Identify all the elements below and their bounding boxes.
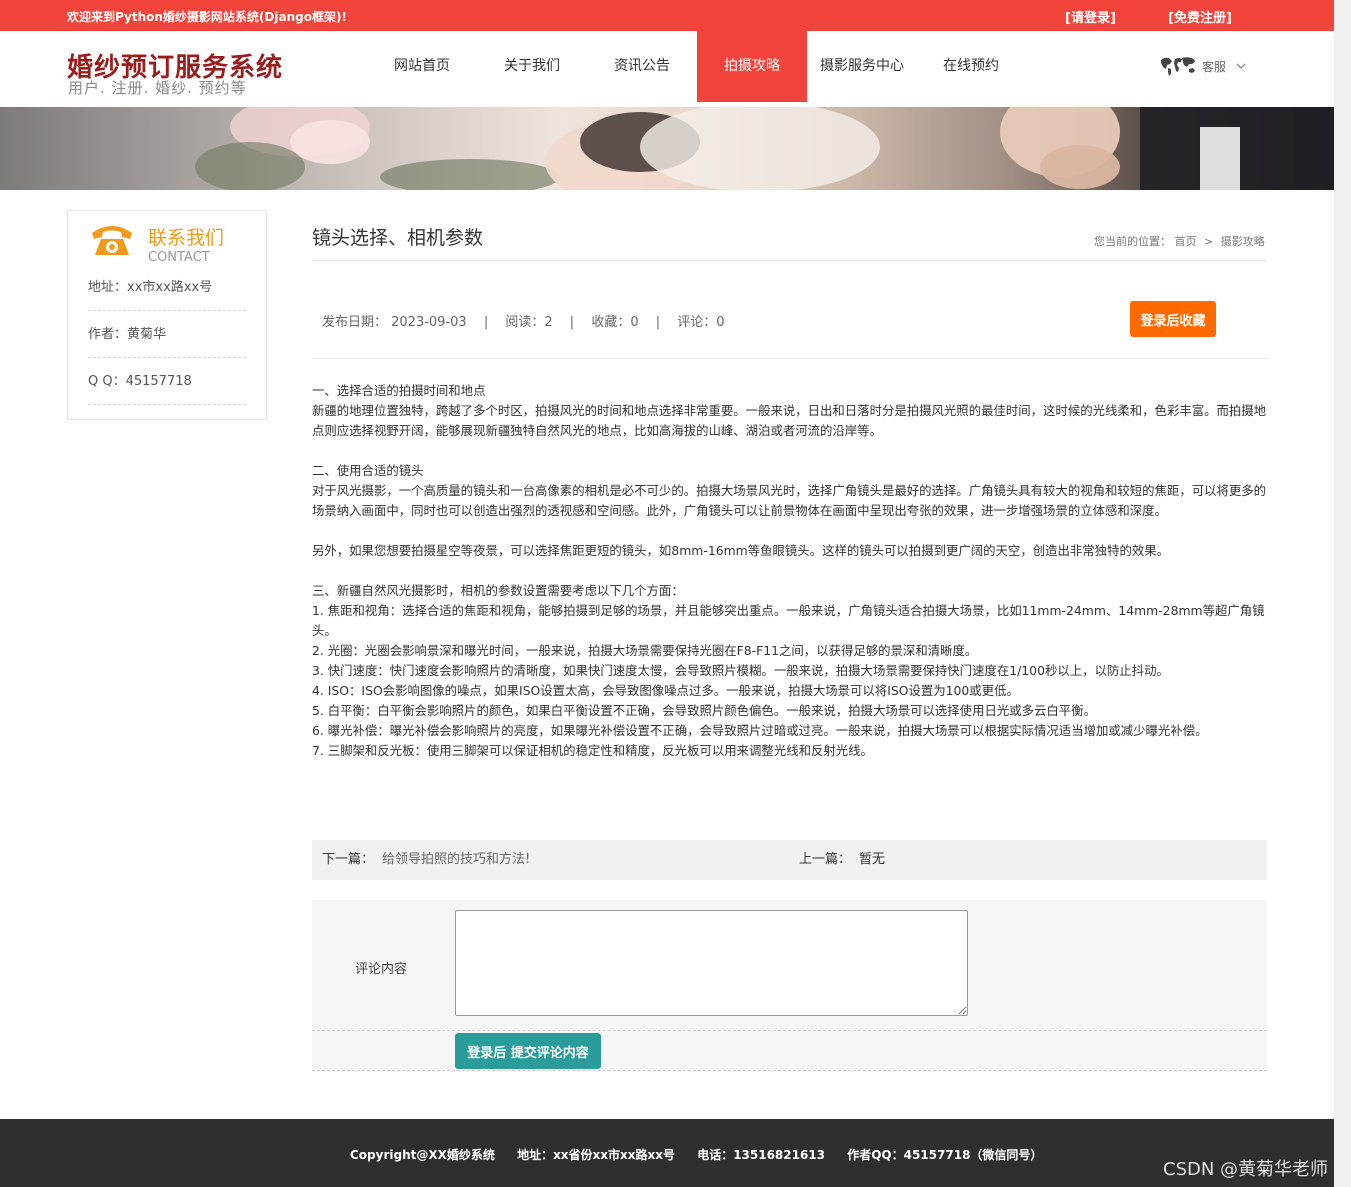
divider bbox=[312, 1030, 1267, 1031]
footer: Copyright@XX婚纱系统 地址：xx省份xx市xx路xx号 电话：135… bbox=[0, 1119, 1334, 1187]
register-link[interactable]: [免费注册] bbox=[1168, 7, 1232, 26]
comment-form: 评论内容 登录后 提交评论内容 bbox=[312, 900, 1267, 1072]
contact-address: 地址：xx市xx路xx号 bbox=[88, 264, 246, 311]
breadcrumb-prefix: 您当前的位置： bbox=[1094, 235, 1171, 248]
prev-article-value: 暂无 bbox=[859, 852, 886, 867]
breadcrumb-current[interactable]: 摄影攻略 bbox=[1221, 235, 1265, 248]
nav-home[interactable]: 网站首页 bbox=[367, 31, 477, 102]
prev-next-nav: 下一篇： 给领导拍照的技巧和方法! 上一篇： 暂无 bbox=[312, 840, 1267, 880]
article-paragraph: 4. ISO：ISO会影响图像的噪点，如果ISO设置太高，会导致图像噪点过多。一… bbox=[312, 683, 1019, 698]
contact-subtitle: CONTACT bbox=[148, 250, 210, 265]
footer-qq: 作者QQ：45157718（微信同号） bbox=[847, 1148, 1043, 1162]
article-paragraph: 3. 快门速度：快门速度会影响照片的清晰度，如果快门速度太慢，会导致照片模糊。一… bbox=[312, 663, 1169, 678]
article-meta: 发布日期： 2023-09-03 | 阅读：2 | 收藏：0 | 评论：0 bbox=[322, 311, 725, 330]
article-paragraph: 1. 焦距和视角：选择合适的焦距和视角，能够拍摄到足够的场景，并且能够突出重点。… bbox=[312, 603, 1265, 638]
article-paragraph: 6. 曝光补偿：曝光补偿会影响照片的亮度，如果曝光补偿设置不正确，会导致照片过暗… bbox=[312, 723, 1208, 738]
meta-separator: | bbox=[655, 315, 661, 330]
article-title: 镜头选择、相机参数 bbox=[312, 227, 484, 249]
article-paragraph: 二、使用合适的镜头 bbox=[312, 463, 424, 478]
top-bar: 欢迎来到Python婚纱摄影网站系统(Django框架)! [请登录] [免费注… bbox=[0, 0, 1334, 31]
footer-address: 地址：xx省份xx市xx路xx号 bbox=[517, 1148, 675, 1162]
meta-separator: | bbox=[483, 315, 489, 330]
article-paragraph: 5. 白平衡：白平衡会影响照片的颜色，如果白平衡设置不正确，会导致照片颜色偏色。… bbox=[312, 703, 1096, 718]
contact-author: 作者：黄菊华 bbox=[88, 311, 246, 358]
divider bbox=[312, 358, 1267, 359]
favorite-button[interactable]: 登录后收藏 bbox=[1130, 301, 1216, 337]
welcome-text: 欢迎来到Python婚纱摄影网站系统(Django框架)! bbox=[67, 10, 347, 24]
world-map-icon bbox=[1158, 55, 1198, 77]
contact-sidebar: 联系我们 CONTACT 地址：xx市xx路xx号 作者：黄菊华 Q Q：451… bbox=[67, 210, 267, 420]
nav-shooting-guide[interactable]: 拍摄攻略 bbox=[697, 31, 807, 102]
next-article-label: 下一篇： bbox=[322, 852, 375, 867]
divider bbox=[312, 260, 1267, 261]
service-label: 客服 bbox=[1202, 59, 1227, 74]
breadcrumb: 您当前的位置： 首页 > 摄影攻略 bbox=[1094, 233, 1265, 249]
article-paragraph: 7. 三脚架和反光板：使用三脚架可以保证相机的稳定性和精度，反光板可以用来调整光… bbox=[312, 743, 873, 758]
telephone-icon bbox=[88, 221, 136, 263]
article-paragraph: 新疆的地理位置独特，跨越了多个时区，拍摄风光的时间和地点选择非常重要。一般来说，… bbox=[312, 403, 1267, 438]
divider bbox=[312, 1070, 1267, 1071]
publish-date: 发布日期： 2023-09-03 bbox=[322, 315, 467, 330]
article-paragraph: 三、新疆自然风光摄影时，相机的参数设置需要考虑以下几个方面： bbox=[312, 583, 684, 598]
prev-article-label: 上一篇： bbox=[799, 852, 852, 867]
read-count: 阅读：2 bbox=[505, 315, 553, 330]
service-dropdown[interactable]: 客服 bbox=[1158, 53, 1246, 79]
page: 欢迎来到Python婚纱摄影网站系统(Django框架)! [请登录] [免费注… bbox=[0, 0, 1334, 1187]
scrollbar[interactable] bbox=[1334, 0, 1351, 1187]
login-link[interactable]: [请登录] bbox=[1065, 7, 1116, 26]
article-paragraph: 另外，如果您想要拍摄星空等夜景，可以选择焦距更短的镜头，如8mm-16mm等鱼眼… bbox=[312, 543, 1170, 558]
next-article-link[interactable]: 给领导拍照的技巧和方法! bbox=[382, 840, 530, 880]
article-paragraph: 一、选择合适的拍摄时间和地点 bbox=[312, 383, 486, 398]
footer-phone: 电话：13516821613 bbox=[697, 1148, 826, 1162]
nav-photo-service[interactable]: 摄影服务中心 bbox=[807, 31, 917, 102]
chevron-down-icon bbox=[1236, 62, 1246, 70]
hero-banner bbox=[0, 107, 1334, 190]
banner-image bbox=[195, 107, 1334, 190]
nav-about[interactable]: 关于我们 bbox=[477, 31, 587, 102]
contact-title: 联系我们 bbox=[148, 227, 225, 249]
footer-copyright: Copyright@XX婚纱系统 bbox=[350, 1148, 495, 1162]
nav-news[interactable]: 资讯公告 bbox=[587, 31, 697, 102]
article-body: 一、选择合适的拍摄时间和地点新疆的地理位置独特，跨越了多个时区，拍摄风光的时间和… bbox=[312, 381, 1267, 761]
site-logo-subtitle: 用户. 注册. 婚纱. 预约等 bbox=[68, 79, 247, 97]
article-paragraph: 对于风光摄影，一个高质量的镜头和一台高像素的相机是必不可少的。拍摄大场景风光时，… bbox=[312, 483, 1267, 518]
breadcrumb-separator: > bbox=[1204, 235, 1214, 248]
submit-comment-button[interactable]: 登录后 提交评论内容 bbox=[455, 1033, 601, 1069]
header: 婚纱预订服务系统 用户. 注册. 婚纱. 预约等 网站首页 关于我们 资讯公告 … bbox=[0, 31, 1334, 107]
favorite-count: 收藏：0 bbox=[591, 315, 639, 330]
comment-label: 评论内容 bbox=[355, 962, 408, 977]
nav-booking[interactable]: 在线预约 bbox=[917, 31, 1025, 102]
watermark: CSDN @黄菊华老师 bbox=[1163, 1159, 1329, 1180]
article-paragraph: 2. 光圈：光圈会影响景深和曝光时间，一般来说，拍摄大场景需要保持光圈在F8-F… bbox=[312, 643, 978, 658]
comment-count: 评论：0 bbox=[677, 315, 725, 330]
contact-qq: Q Q：45157718 bbox=[88, 358, 246, 405]
breadcrumb-home[interactable]: 首页 bbox=[1175, 235, 1197, 248]
meta-separator: | bbox=[569, 315, 575, 330]
footer-info: Copyright@XX婚纱系统 地址：xx省份xx市xx路xx号 电话：135… bbox=[350, 1146, 1060, 1163]
comment-textarea[interactable] bbox=[455, 910, 968, 1016]
